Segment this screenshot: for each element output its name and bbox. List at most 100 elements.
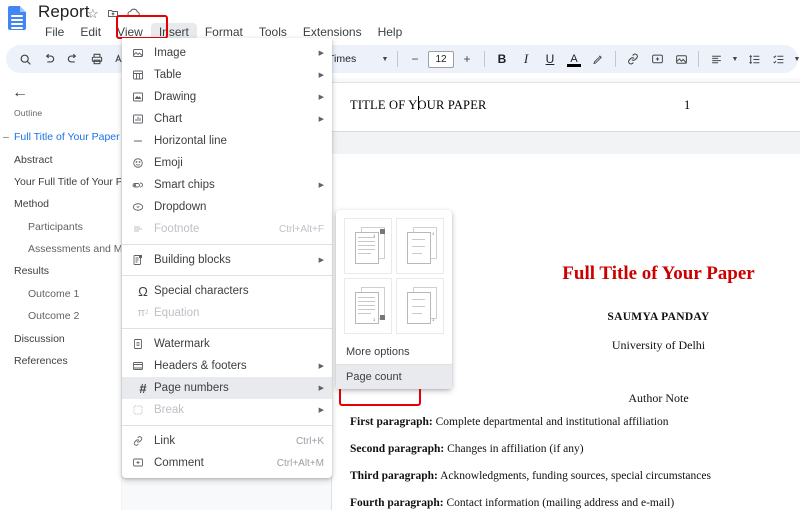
menu-item-emoji[interactable]: Emoji [122, 152, 332, 174]
outline-pane: ← Outline Full Title of Your Paper Abstr… [0, 78, 122, 510]
decrease-font-size-button[interactable]: − [404, 48, 426, 70]
title-bar: Report ☆ File Edit View Insert Format To… [0, 0, 800, 42]
horizontal-line-icon [132, 135, 154, 147]
back-arrow-icon[interactable]: ← [12, 84, 28, 102]
menu-item-smart-chips[interactable]: Smart chips ▶ [122, 174, 332, 196]
text-color-button[interactable]: A [563, 48, 585, 70]
text-color-swatch [567, 64, 581, 67]
menu-item-footnote: Footnote Ctrl+Alt+F [122, 218, 332, 240]
menu-item-headers-footers[interactable]: Headers & footers ▶ [122, 355, 332, 377]
add-comment-icon[interactable] [646, 48, 668, 70]
increase-font-size-button[interactable]: + [456, 48, 478, 70]
author-note-paragraph-3: Third paragraph: Acknowledgments, fundin… [350, 470, 711, 482]
submenu-item-page-count[interactable]: Page count [336, 365, 452, 389]
menu-item-label: Image [154, 47, 186, 59]
redo-icon[interactable] [62, 48, 84, 70]
author-note-paragraph-1: First paragraph: Complete departmental a… [350, 416, 669, 428]
submenu-arrow-icon: ▶ [318, 385, 324, 392]
outline-item-your-full-title[interactable]: Your Full Title of Your Pa [0, 171, 122, 193]
menu-item-building-blocks[interactable]: Building blocks ▶ [122, 249, 332, 271]
align-chevron-down-icon[interactable]: ▼ [729, 48, 741, 70]
headers-footers-icon [132, 360, 154, 372]
menu-item-chart[interactable]: Chart ▶ [122, 108, 332, 130]
font-chevron-down-icon[interactable]: ▼ [379, 48, 391, 70]
page-number-top-right-all-pages[interactable]: 1 [344, 218, 392, 274]
menu-item-label: Emoji [154, 157, 183, 169]
line-spacing-icon[interactable] [743, 48, 765, 70]
checklist-icon[interactable] [767, 48, 789, 70]
highlight-color-icon[interactable] [587, 48, 609, 70]
page-number-bottom-right-all-pages[interactable]: 1 [344, 278, 392, 334]
toolbar-divider-7 [694, 48, 703, 70]
outline-item-outcome-2[interactable]: Outcome 2 [0, 305, 122, 327]
page-header-region[interactable]: TITLE OF YOUR PAPER 1 [332, 87, 800, 135]
paragraph-1-lead: First paragraph: [350, 416, 433, 428]
star-icon[interactable]: ☆ [87, 7, 99, 20]
special-characters-icon: Ω [138, 283, 148, 299]
checklist-chevron-down-icon[interactable]: ▼ [791, 48, 800, 70]
menu-item-label: Watermark [154, 338, 210, 350]
page-number-bottom-right-except-first[interactable]: 1 [396, 278, 444, 334]
submenu-arrow-icon: ▶ [318, 72, 324, 79]
dropdown-icon [132, 201, 154, 213]
submenu-arrow-icon: ▶ [318, 363, 324, 370]
toolbar-divider-6 [611, 48, 620, 70]
move-to-folder-icon[interactable] [107, 7, 119, 21]
outline-item-assessments[interactable]: Assessments and Me [0, 238, 122, 260]
outline-item-outcome-1[interactable]: Outcome 1 [0, 283, 122, 305]
italic-button[interactable]: I [515, 48, 537, 70]
menu-item-link[interactable]: Link Ctrl+K [122, 430, 332, 452]
menu-item-label: Special characters [154, 285, 249, 297]
outline-item-discussion[interactable]: Discussion [0, 327, 122, 349]
menu-item-shortcut: Ctrl+Alt+M [276, 457, 324, 469]
paragraph-3-lead: Third paragraph: [350, 470, 438, 482]
menu-item-label: Building blocks [154, 254, 231, 266]
outline-item-references[interactable]: References [0, 350, 122, 372]
toolbar-divider-5 [480, 48, 489, 70]
submenu-item-more-options[interactable]: More options [336, 340, 452, 364]
cloud-saved-icon[interactable] [127, 7, 141, 21]
menu-separator-3 [122, 328, 332, 329]
insert-link-icon[interactable] [622, 48, 644, 70]
bold-button[interactable]: B [491, 48, 513, 70]
outline-item-method[interactable]: Method [0, 193, 122, 215]
align-icon[interactable] [705, 48, 727, 70]
document-title[interactable]: Report [38, 2, 90, 22]
smart-chips-icon [132, 179, 154, 191]
underline-button[interactable]: U [539, 48, 561, 70]
menu-item-page-numbers[interactable]: # Page numbers ▶ [122, 377, 332, 399]
outline-item-results[interactable]: Results [0, 260, 122, 282]
break-icon [132, 404, 154, 416]
menu-item-label: Equation [154, 307, 200, 319]
submenu-arrow-icon: ▶ [318, 50, 324, 57]
paragraph-4-lead: Fourth paragraph: [350, 497, 444, 509]
font-size-input[interactable]: 12 [428, 50, 454, 68]
search-icon[interactable] [14, 48, 36, 70]
chart-icon [132, 113, 154, 125]
submenu-arrow-icon: ▶ [318, 407, 324, 414]
menu-item-image[interactable]: Image ▶ [122, 42, 332, 64]
author-note-paragraph-4: Fourth paragraph: Contact information (m… [350, 497, 674, 509]
page-number-top-right-except-first[interactable]: 1 [396, 218, 444, 274]
menu-item-drawing[interactable]: Drawing ▶ [122, 86, 332, 108]
outline-item-full-title[interactable]: Full Title of Your Paper [0, 126, 122, 148]
menu-item-comment[interactable]: Comment Ctrl+Alt+M [122, 452, 332, 474]
footnote-icon [132, 223, 154, 235]
menu-file[interactable]: File [37, 23, 72, 41]
undo-icon[interactable] [38, 48, 60, 70]
menu-help[interactable]: Help [370, 23, 411, 41]
menu-edit[interactable]: Edit [72, 23, 109, 41]
print-icon[interactable] [86, 48, 108, 70]
outline-item-abstract[interactable]: Abstract [0, 148, 122, 170]
menu-item-shortcut: Ctrl+K [295, 435, 324, 447]
menu-item-special-characters[interactable]: Ω Special characters [122, 280, 332, 302]
menu-item-watermark[interactable]: Watermark [122, 333, 332, 355]
insert-image-icon[interactable] [670, 48, 692, 70]
page-numbers-submenu: 1 1 1 1 More options Page count [336, 210, 452, 389]
menu-item-horizontal-line[interactable]: Horizontal line [122, 130, 332, 152]
toolbar-divider-4 [393, 48, 402, 70]
menu-item-table[interactable]: Table ▶ [122, 64, 332, 86]
font-selector[interactable]: Times [325, 48, 377, 70]
menu-item-dropdown[interactable]: Dropdown [122, 196, 332, 218]
outline-item-participants[interactable]: Participants [0, 216, 122, 238]
